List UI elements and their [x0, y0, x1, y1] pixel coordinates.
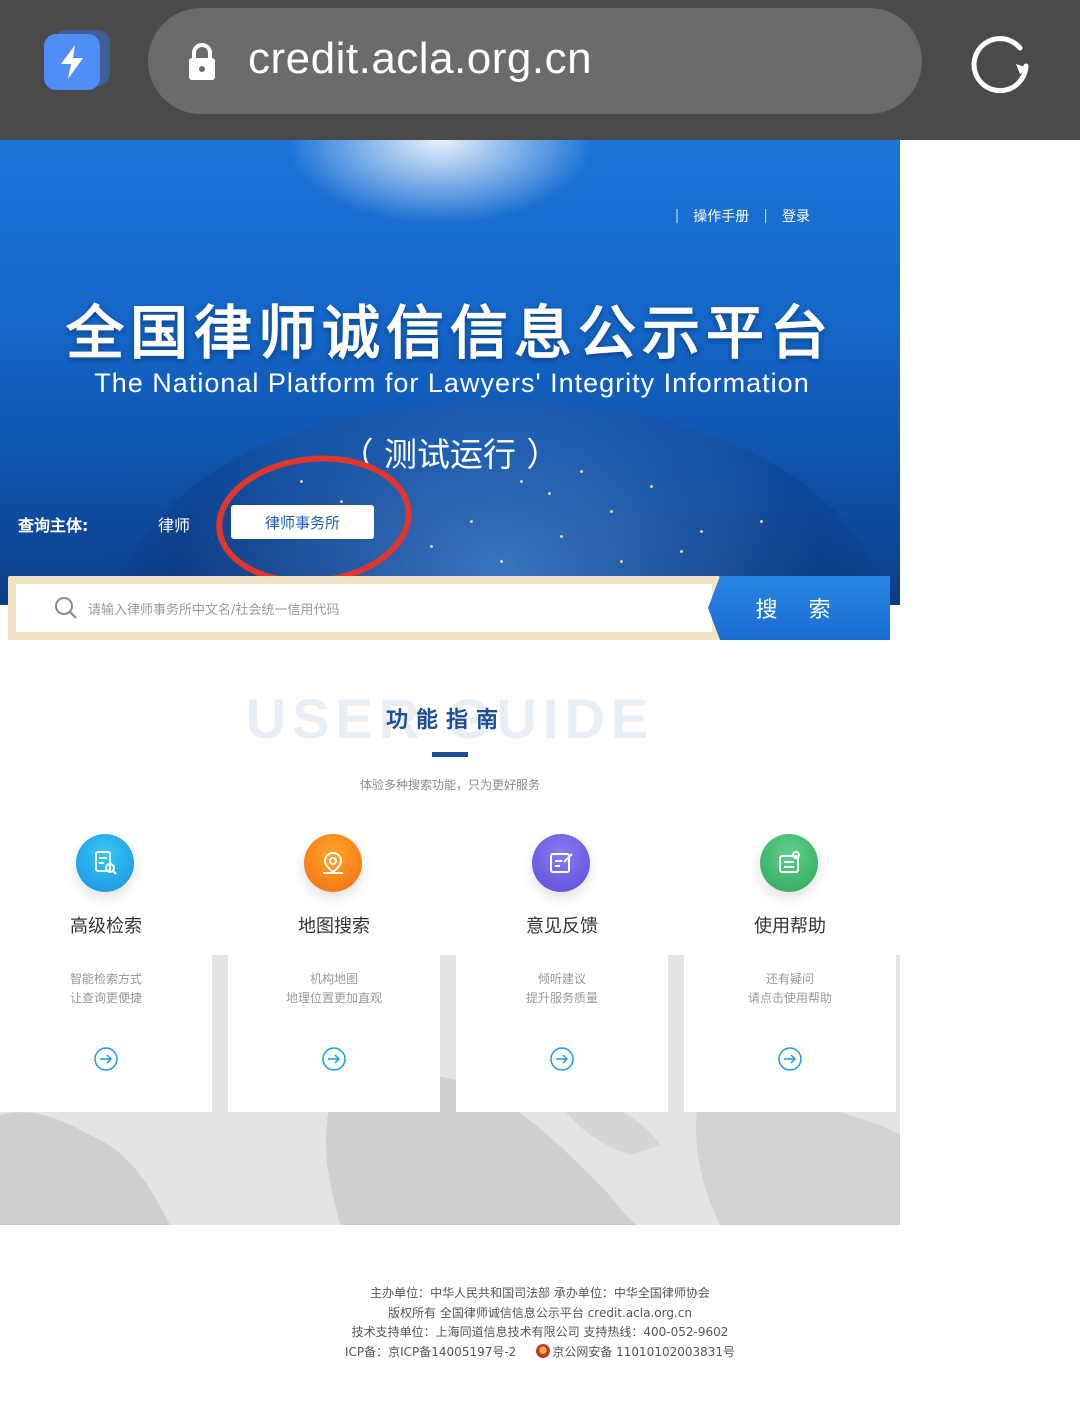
feedback-edit-icon: [532, 834, 590, 892]
help-notes-glyph: [779, 851, 800, 873]
browser-toolbar: credit.acla.org.cn: [0, 0, 1080, 140]
search-placeholder: 请输入律师事务所中文名/社会统一信用代码: [88, 602, 340, 618]
feature-description: 还有疑问 请点击使用帮助: [684, 970, 896, 1008]
lock-icon: [189, 43, 215, 80]
police-record-link[interactable]: 京公网安备 11010102003831号: [552, 1345, 735, 1359]
query-subject-label: 查询主体:: [18, 516, 89, 535]
help-notes-icon: [760, 834, 818, 892]
page-subtitle: The National Platform for Lawyers' Integ…: [94, 368, 810, 398]
search-document-glyph: [95, 851, 117, 875]
page-title: 全国律师诚信信息公示平台: [65, 299, 834, 367]
map-pin-icon: [304, 834, 362, 892]
search-document-icon: [76, 834, 134, 892]
search-icon: [55, 597, 77, 619]
search-input[interactable]: 请输入律师事务所中文名/社会统一信用代码: [16, 584, 712, 632]
app-icon-face: [44, 34, 100, 90]
map-pin-glyph: [323, 851, 343, 874]
reload-icon[interactable]: [968, 28, 1034, 94]
guide-description: 体验多种搜索功能，只为更好服务: [359, 778, 540, 792]
feature-desc-line: 让查询更便捷: [69, 991, 142, 1005]
feature-desc-line: 还有疑问: [765, 972, 814, 986]
subject-option-lawyer[interactable]: 律师: [158, 512, 190, 536]
icp-link[interactable]: ICP备：京ICP备14005197号-2: [345, 1345, 516, 1359]
feature-card-advanced-search[interactable]: 高级检索 智能检索方式 让查询更便捷: [0, 820, 212, 1112]
guide-title-underline: [432, 752, 468, 757]
feature-desc-line: 机构地图: [309, 972, 358, 986]
arrow-right-circle-icon[interactable]: [321, 1046, 347, 1072]
url-text[interactable]: credit.acla.org.cn: [248, 34, 592, 84]
feature-title: 意见反馈: [526, 916, 598, 937]
footer-copyright: 版权所有 全国律师诚信信息公示平台 credit.acla.org.cn: [388, 1305, 692, 1320]
feature-description: 智能检索方式 让查询更便捷: [0, 970, 212, 1008]
footer-sponsor: 主办单位：中华人民共和国司法部 承办单位：中华全国律师协会: [370, 1286, 710, 1300]
feature-desc-line: 倾听建议: [537, 972, 586, 986]
feature-desc-line: 智能检索方式: [69, 972, 142, 986]
login-link[interactable]: 登录: [782, 206, 810, 226]
top-links: | 操作手册 | 登录: [675, 206, 810, 226]
feature-desc-line: 提升服务质量: [525, 991, 598, 1005]
lightning-app-icon[interactable]: [44, 30, 110, 90]
test-status: （ 测试运行 ）: [340, 435, 560, 474]
feature-title: 使用帮助: [754, 916, 826, 937]
feature-title: 地图搜索: [298, 916, 370, 937]
page-footer: 主办单位：中华人民共和国司法部 承办单位：中华全国律师协会 版权所有 全国律师诚…: [0, 1284, 1080, 1362]
guide-title: 功能指南: [385, 708, 506, 733]
search-box-frame: 请输入律师事务所中文名/社会统一信用代码: [8, 576, 720, 640]
arrow-right-circle-icon[interactable]: [549, 1046, 575, 1072]
hero-banner: | 操作手册 | 登录 全国律师诚信信息公示平台 The National Pl…: [0, 140, 900, 605]
arrow-right-circle-icon[interactable]: [777, 1046, 803, 1072]
feature-description: 机构地图 地理位置更加直观: [228, 970, 440, 1008]
footer-registration: ICP备：京ICP备14005197号-2 京公网安备 1101010200383…: [0, 1343, 1080, 1363]
footer-support: 技术支持单位：上海同道信息技术有限公司 支持热线：400-052-9602: [351, 1325, 729, 1339]
feature-desc-line: 地理位置更加直观: [285, 991, 382, 1005]
search-button[interactable]: 搜 索: [708, 576, 890, 640]
police-badge-icon: [536, 1343, 551, 1358]
link-separator: |: [674, 208, 680, 224]
feature-desc-line: 请点击使用帮助: [747, 991, 832, 1005]
feature-title: 高级检索: [70, 916, 142, 937]
arrow-right-circle-icon[interactable]: [93, 1046, 119, 1072]
feedback-edit-glyph: [550, 853, 573, 873]
feature-card-map-search[interactable]: 地图搜索 机构地图 地理位置更加直观: [228, 820, 440, 1112]
search-bar: 请输入律师事务所中文名/社会统一信用代码 搜 索: [8, 576, 890, 640]
feature-description: 倾听建议 提升服务质量: [456, 970, 668, 1008]
lightning-icon: [61, 45, 83, 79]
manual-link[interactable]: 操作手册: [693, 206, 749, 226]
link-separator: |: [763, 208, 768, 224]
feature-card-help[interactable]: 使用帮助 还有疑问 请点击使用帮助: [684, 820, 896, 1112]
feature-card-feedback[interactable]: 意见反馈 倾听建议 提升服务质量: [456, 820, 668, 1112]
address-bar[interactable]: credit.acla.org.cn: [148, 8, 922, 114]
